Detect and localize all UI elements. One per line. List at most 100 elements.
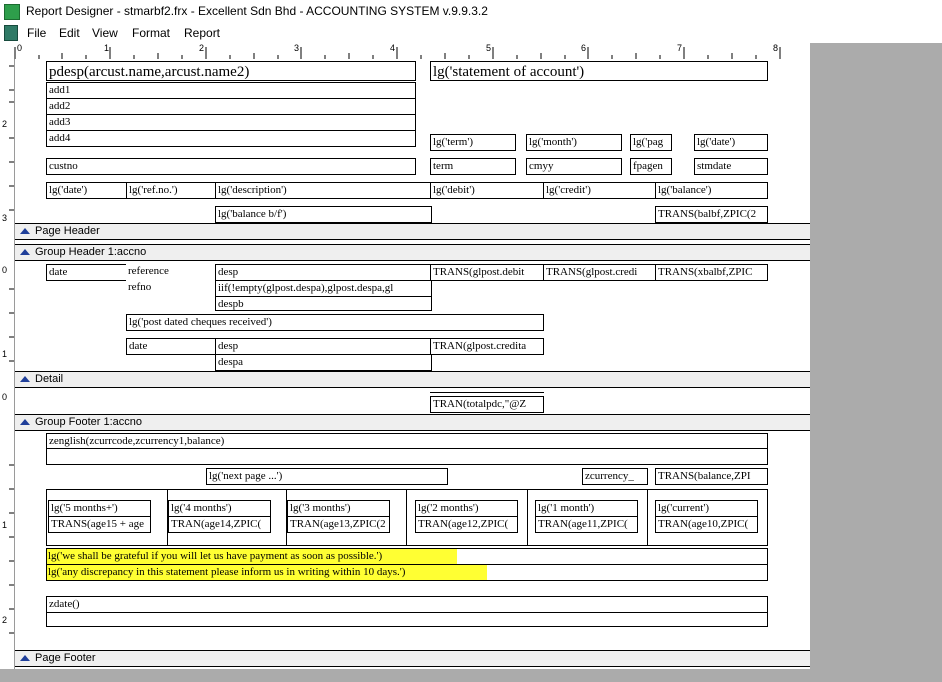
total-line <box>430 392 544 393</box>
label-age-current[interactable]: lg('current') <box>655 500 758 517</box>
ruler-label: 0 <box>17 43 23 53</box>
field-trans-balance[interactable]: TRANS(balance,ZPI <box>655 468 768 485</box>
menu-edit[interactable]: Edit <box>59 26 80 40</box>
menu-view[interactable]: View <box>92 26 118 40</box>
field-cmyy[interactable]: cmyy <box>526 158 622 175</box>
field-total-pdc[interactable]: TRAN(totalpdc,"@Z <box>430 396 544 413</box>
label-col-refno[interactable]: lg('ref.no.') <box>126 182 216 199</box>
field-trans-credit[interactable]: TRANS(glpost.credi <box>543 264 657 281</box>
label-date-top[interactable]: lg('date') <box>694 134 768 151</box>
ruler-label: 2 <box>2 119 8 129</box>
field-trans-xbalbf[interactable]: TRANS(xbalbf,ZPIC <box>655 264 768 281</box>
ruler-label: 1 <box>2 349 8 359</box>
label-col-balance[interactable]: lg('balance') <box>655 182 768 199</box>
band-label: Detail <box>35 373 64 385</box>
field-trans-balbf[interactable]: TRANS(balbf,ZPIC(2 <box>655 206 768 223</box>
field-add2[interactable]: add2 <box>46 98 416 115</box>
field-iif-despa[interactable]: iif(!empty(glpost.despa),glpost.despa,gl <box>215 280 432 297</box>
band-label: Group Header 1:accno <box>35 246 147 258</box>
band-label: Page Footer <box>35 652 96 664</box>
workspace-background <box>810 43 942 682</box>
band-detail[interactable]: Detail <box>15 371 810 388</box>
band-group-header[interactable]: Group Header 1:accno <box>15 244 810 261</box>
band-page-header[interactable]: Page Header <box>15 223 810 240</box>
ruler-ticks <box>9 65 14 634</box>
field-add3[interactable]: add3 <box>46 114 416 131</box>
ruler-label: 4 <box>390 43 396 53</box>
field-fpagen[interactable]: fpagen <box>630 158 672 175</box>
field-age-4-months[interactable]: TRAN(age14,ZPIC( <box>168 516 271 533</box>
menu-format[interactable]: Format <box>132 26 170 40</box>
label-age-2-months[interactable]: lg('2 months') <box>415 500 518 517</box>
field-age-current[interactable]: TRAN(age10,ZPIC( <box>655 516 758 533</box>
ruler-label: 0 <box>2 392 8 402</box>
label-age-4-months[interactable]: lg('4 months') <box>168 500 271 517</box>
field-pdc-tran[interactable]: TRAN(glpost.credita <box>430 338 544 355</box>
label-age-5-months[interactable]: lg('5 months+') <box>48 500 151 517</box>
field-pdc-desp[interactable]: desp <box>215 338 432 355</box>
divider <box>527 489 528 546</box>
divider <box>406 489 407 546</box>
underline <box>46 448 768 449</box>
field-statement-title[interactable]: lg('statement of account') <box>430 61 768 81</box>
label-balance-bf[interactable]: lg('balance b/f') <box>215 206 432 223</box>
field-trans-debit[interactable]: TRANS(glpost.debit <box>430 264 544 281</box>
label-col-description[interactable]: lg('description') <box>215 182 432 199</box>
field-refno[interactable]: refno <box>126 280 216 297</box>
field-date[interactable]: date <box>46 264 127 281</box>
ruler-label: 3 <box>294 43 300 53</box>
label-term[interactable]: lg('term') <box>430 134 516 151</box>
band-arrow-icon <box>20 419 30 425</box>
label-page[interactable]: lg('pag <box>630 134 672 151</box>
title-bar: Report Designer - stmarbf2.frx - Excelle… <box>0 0 942 24</box>
field-age-2-months[interactable]: TRAN(age12,ZPIC( <box>415 516 518 533</box>
field-term[interactable]: term <box>430 158 516 175</box>
ruler-label: 5 <box>486 43 492 53</box>
ruler-label: 6 <box>581 43 587 53</box>
band-group-footer[interactable]: Group Footer 1:accno <box>15 414 810 431</box>
field-desp[interactable]: desp <box>215 264 432 281</box>
field-pdc-despa[interactable]: despa <box>215 354 432 371</box>
label-note-payment[interactable]: lg('we shall be grateful if you will let… <box>46 549 466 564</box>
label-col-debit[interactable]: lg('debit') <box>430 182 544 199</box>
field-age-5-months[interactable]: TRANS(age15 + age <box>48 516 151 533</box>
ruler-label: 1 <box>2 520 8 530</box>
field-pdc-date[interactable]: date <box>126 338 216 355</box>
label-age-1-month[interactable]: lg('1 month') <box>535 500 638 517</box>
field-age-3-months[interactable]: TRAN(age13,ZPIC(2 <box>287 516 390 533</box>
band-page-footer[interactable]: Page Footer <box>15 650 810 667</box>
menu-file[interactable]: File <box>27 26 46 40</box>
field-pdesp[interactable]: pdesp(arcust.name,arcust.name2) <box>46 61 416 81</box>
ruler-label: 0 <box>2 265 8 275</box>
app-icon <box>4 4 20 20</box>
field-despb[interactable]: despb <box>215 296 432 311</box>
field-stmdate[interactable]: stmdate <box>694 158 768 175</box>
label-month[interactable]: lg('month') <box>526 134 622 151</box>
label-col-credit[interactable]: lg('credit') <box>543 182 657 199</box>
band-label: Page Header <box>35 225 100 237</box>
document-icon[interactable] <box>4 25 18 41</box>
label-post-dated-cheques[interactable]: lg('post dated cheques received') <box>126 314 544 331</box>
label-next-page[interactable]: lg('next page ...') <box>206 468 448 485</box>
field-zenglish[interactable]: zenglish(zcurrcode,zcurrency1,balance) <box>46 433 768 465</box>
field-add1[interactable]: add1 <box>46 82 416 99</box>
label-age-3-months[interactable]: lg('3 months') <box>287 500 390 517</box>
field-reference[interactable]: reference <box>126 264 216 281</box>
band-arrow-icon <box>20 228 30 234</box>
band-label: Group Footer 1:accno <box>35 416 143 428</box>
ruler-label: 3 <box>2 213 8 223</box>
band-arrow-icon <box>20 655 30 661</box>
ruler-label: 7 <box>677 43 683 53</box>
ruler-label: 8 <box>773 43 779 53</box>
field-zcurrency[interactable]: zcurrency_ <box>582 468 648 485</box>
band-arrow-icon <box>20 249 30 255</box>
menu-report[interactable]: Report <box>184 26 220 40</box>
label-col-date[interactable]: lg('date') <box>46 182 127 199</box>
ruler-ticks <box>14 47 781 59</box>
ruler-label: 2 <box>199 43 205 53</box>
field-custno[interactable]: custno <box>46 158 416 175</box>
field-add4[interactable]: add4 <box>46 130 416 147</box>
field-age-1-month[interactable]: TRAN(age11,ZPIC( <box>535 516 638 533</box>
label-note-discrepancy[interactable]: lg('any discrepancy in this statement pl… <box>46 565 491 580</box>
horizontal-ruler: 0 1 2 3 4 5 6 7 8 <box>0 43 810 60</box>
